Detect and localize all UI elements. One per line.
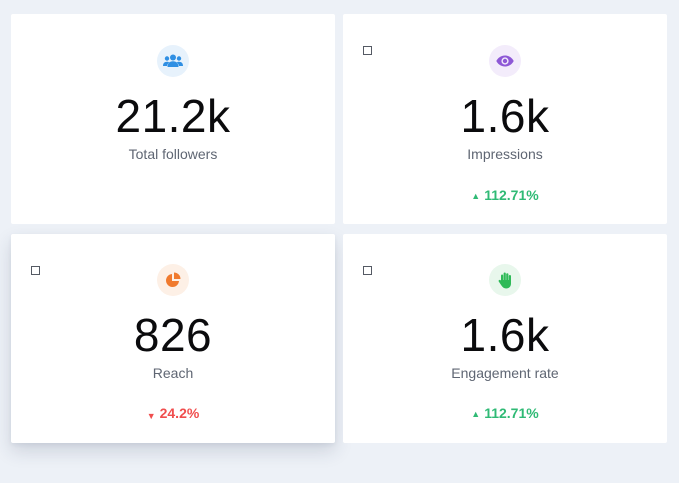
users-icon	[157, 45, 189, 77]
stat-label: Reach	[152, 365, 194, 381]
stat-card-total-followers: 21.2k Total followers	[11, 14, 335, 224]
stat-label: Total followers	[128, 146, 218, 162]
stat-change: ▲ 112.71%	[343, 405, 667, 422]
stat-change: ▲ 112.71%	[343, 187, 667, 204]
hand-icon-svg	[498, 272, 511, 288]
pie-chart-icon-svg	[166, 272, 181, 287]
stat-value: 826	[133, 309, 213, 361]
stat-label: Impressions	[467, 146, 543, 162]
stat-label: Engagement rate	[451, 365, 559, 381]
select-checkbox[interactable]	[363, 266, 372, 275]
select-checkbox[interactable]	[31, 266, 40, 275]
select-checkbox[interactable]	[363, 46, 372, 55]
stat-change-value: 24.2%	[159, 405, 200, 421]
stat-value: 21.2k	[115, 90, 231, 142]
stat-card-impressions: 1.6k Impressions ▲ 112.71%	[343, 14, 667, 224]
stat-card-reach: 826 Reach ▼ 24.2%	[11, 234, 335, 443]
eye-icon-svg	[496, 55, 514, 67]
arrow-up-icon: ▲	[471, 191, 481, 201]
stat-change: ▼ 24.2%	[11, 405, 335, 424]
arrow-up-icon: ▲	[471, 409, 481, 419]
eye-icon	[489, 45, 521, 77]
stat-value: 1.6k	[460, 90, 550, 142]
hand-icon	[489, 264, 521, 296]
pie-chart-icon	[157, 264, 189, 296]
users-icon-svg	[163, 54, 183, 67]
arrow-down-icon: ▼	[146, 411, 156, 421]
stat-value: 1.6k	[460, 309, 550, 361]
stat-card-engagement-rate: 1.6k Engagement rate ▲ 112.71%	[343, 234, 667, 443]
stat-change-value: 112.71%	[484, 187, 539, 203]
stat-change-value: 112.71%	[484, 405, 539, 421]
